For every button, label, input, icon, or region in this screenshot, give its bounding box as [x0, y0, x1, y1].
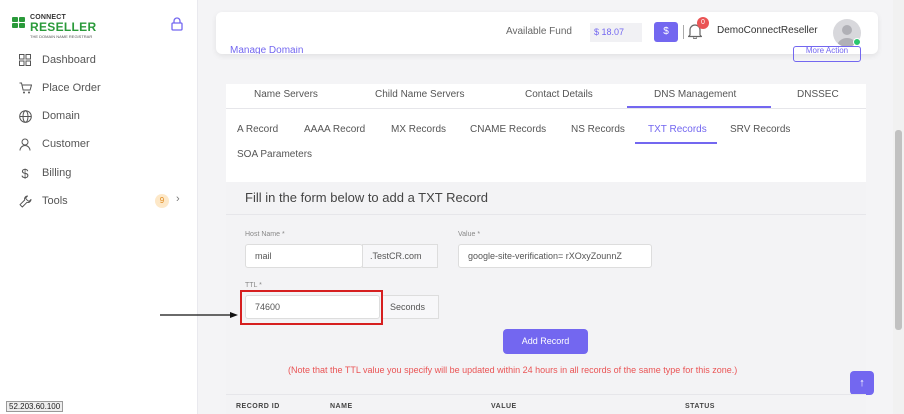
subtab-soa-parameters[interactable]: SOA Parameters [237, 149, 312, 160]
ttl-label: TTL * [245, 282, 262, 289]
page-scrollbar[interactable] [893, 0, 904, 414]
tab-dns-management[interactable]: DNS Management [654, 89, 736, 100]
available-fund-value: $ 18.07 [590, 23, 642, 42]
tab-contact-details[interactable]: Contact Details [525, 89, 593, 100]
username[interactable]: DemoConnectReseller [717, 25, 818, 36]
add-funds-button[interactable]: $ [654, 22, 678, 42]
brand-tagline: THE DOMAIN NAME REGISTRAR [30, 34, 93, 39]
tab-dnssec[interactable]: DNSSEC [797, 89, 839, 100]
arrow-up-icon: ↑ [859, 377, 865, 389]
column-header: RECORD ID [236, 403, 280, 410]
divider [683, 25, 684, 39]
sidebar-item-domain[interactable]: Domain [18, 106, 188, 126]
divider [226, 214, 866, 215]
notification-count-badge: 0 [697, 17, 709, 29]
sidebar: CONNECT RESELLER THE DOMAIN NAME REGISTR… [0, 0, 198, 414]
records-table-header: RECORD ID NAME VALUE STATUS [226, 394, 866, 414]
sidebar-item-customer[interactable]: Customer [18, 134, 188, 154]
sidebar-item-label: Tools [42, 195, 68, 207]
tab-child-name-servers[interactable]: Child Name Servers [375, 89, 464, 100]
column-header: VALUE [491, 403, 517, 410]
column-header: STATUS [685, 403, 715, 410]
tools-count-badge: 9 [155, 194, 169, 208]
subtab-aaaa-record[interactable]: AAAA Record [304, 124, 365, 135]
scrollbar-thumb[interactable] [895, 130, 902, 330]
online-status-dot [853, 38, 861, 46]
value-input[interactable]: google-site-verification= rXOxyZounnZ [458, 244, 652, 268]
tab-name-servers[interactable]: Name Servers [254, 89, 318, 100]
wrench-icon [18, 194, 32, 208]
lock-icon[interactable] [171, 17, 183, 31]
active-subtab-indicator [635, 142, 717, 144]
subtab-cname-records[interactable]: CNAME Records [470, 124, 546, 135]
form-title: Fill in the form below to add a TXT Reco… [245, 190, 489, 205]
subtab-txt-records[interactable]: TXT Records [648, 124, 707, 135]
subtab-srv-records[interactable]: SRV Records [730, 124, 790, 135]
cart-icon [18, 81, 32, 95]
grid-icon [18, 53, 32, 67]
host-name-input[interactable]: mail [245, 244, 363, 268]
divider [226, 108, 866, 109]
ttl-highlight-box [240, 290, 383, 325]
subtab-ns-records[interactable]: NS Records [571, 124, 625, 135]
host-domain-suffix: .TestCR.com [362, 244, 438, 268]
sidebar-item-label: Billing [42, 167, 72, 179]
more-action-button[interactable]: More Action [793, 46, 861, 62]
ip-address: 52.203.60.100 [6, 401, 64, 412]
manage-domain-link[interactable]: Manage Domain [230, 46, 303, 54]
subtab-a-record[interactable]: A Record [237, 124, 278, 135]
sidebar-item-label: Customer [42, 138, 90, 150]
sidebar-item-billing[interactable]: $ Billing [18, 163, 188, 183]
sidebar-item-label: Dashboard [42, 54, 96, 66]
sidebar-item-label: Domain [42, 110, 80, 122]
brand-logo[interactable]: CONNECT RESELLER THE DOMAIN NAME REGISTR… [12, 14, 102, 40]
scroll-to-top-button[interactable]: ↑ [850, 371, 874, 395]
host-name-label: Host Name * [245, 231, 285, 238]
user-icon [18, 137, 32, 151]
sidebar-item-tools[interactable]: Tools 9 › [18, 191, 188, 211]
subtab-mx-records[interactable]: MX Records [391, 124, 446, 135]
ttl-unit: Seconds [382, 295, 439, 319]
sidebar-item-label: Place Order [42, 82, 101, 94]
column-header: NAME [330, 403, 353, 410]
add-record-button[interactable]: Add Record [503, 329, 588, 354]
arrow-right-icon [160, 312, 238, 318]
logo-mark-icon [12, 17, 28, 29]
top-bar: Available Fund $ 18.07 $ 0 DemoConnectRe… [216, 12, 878, 54]
ttl-note: (Note that the TTL value you specify wil… [288, 365, 738, 375]
chevron-right-icon: › [176, 193, 180, 205]
sidebar-item-dashboard[interactable]: Dashboard [18, 50, 188, 70]
dollar-icon: $ [21, 165, 29, 181]
globe-icon [18, 109, 32, 123]
sidebar-item-place-order[interactable]: Place Order [18, 78, 188, 98]
brand-line2: RESELLER [30, 20, 97, 34]
value-label: Value * [458, 231, 481, 238]
available-fund-label: Available Fund [506, 26, 572, 37]
